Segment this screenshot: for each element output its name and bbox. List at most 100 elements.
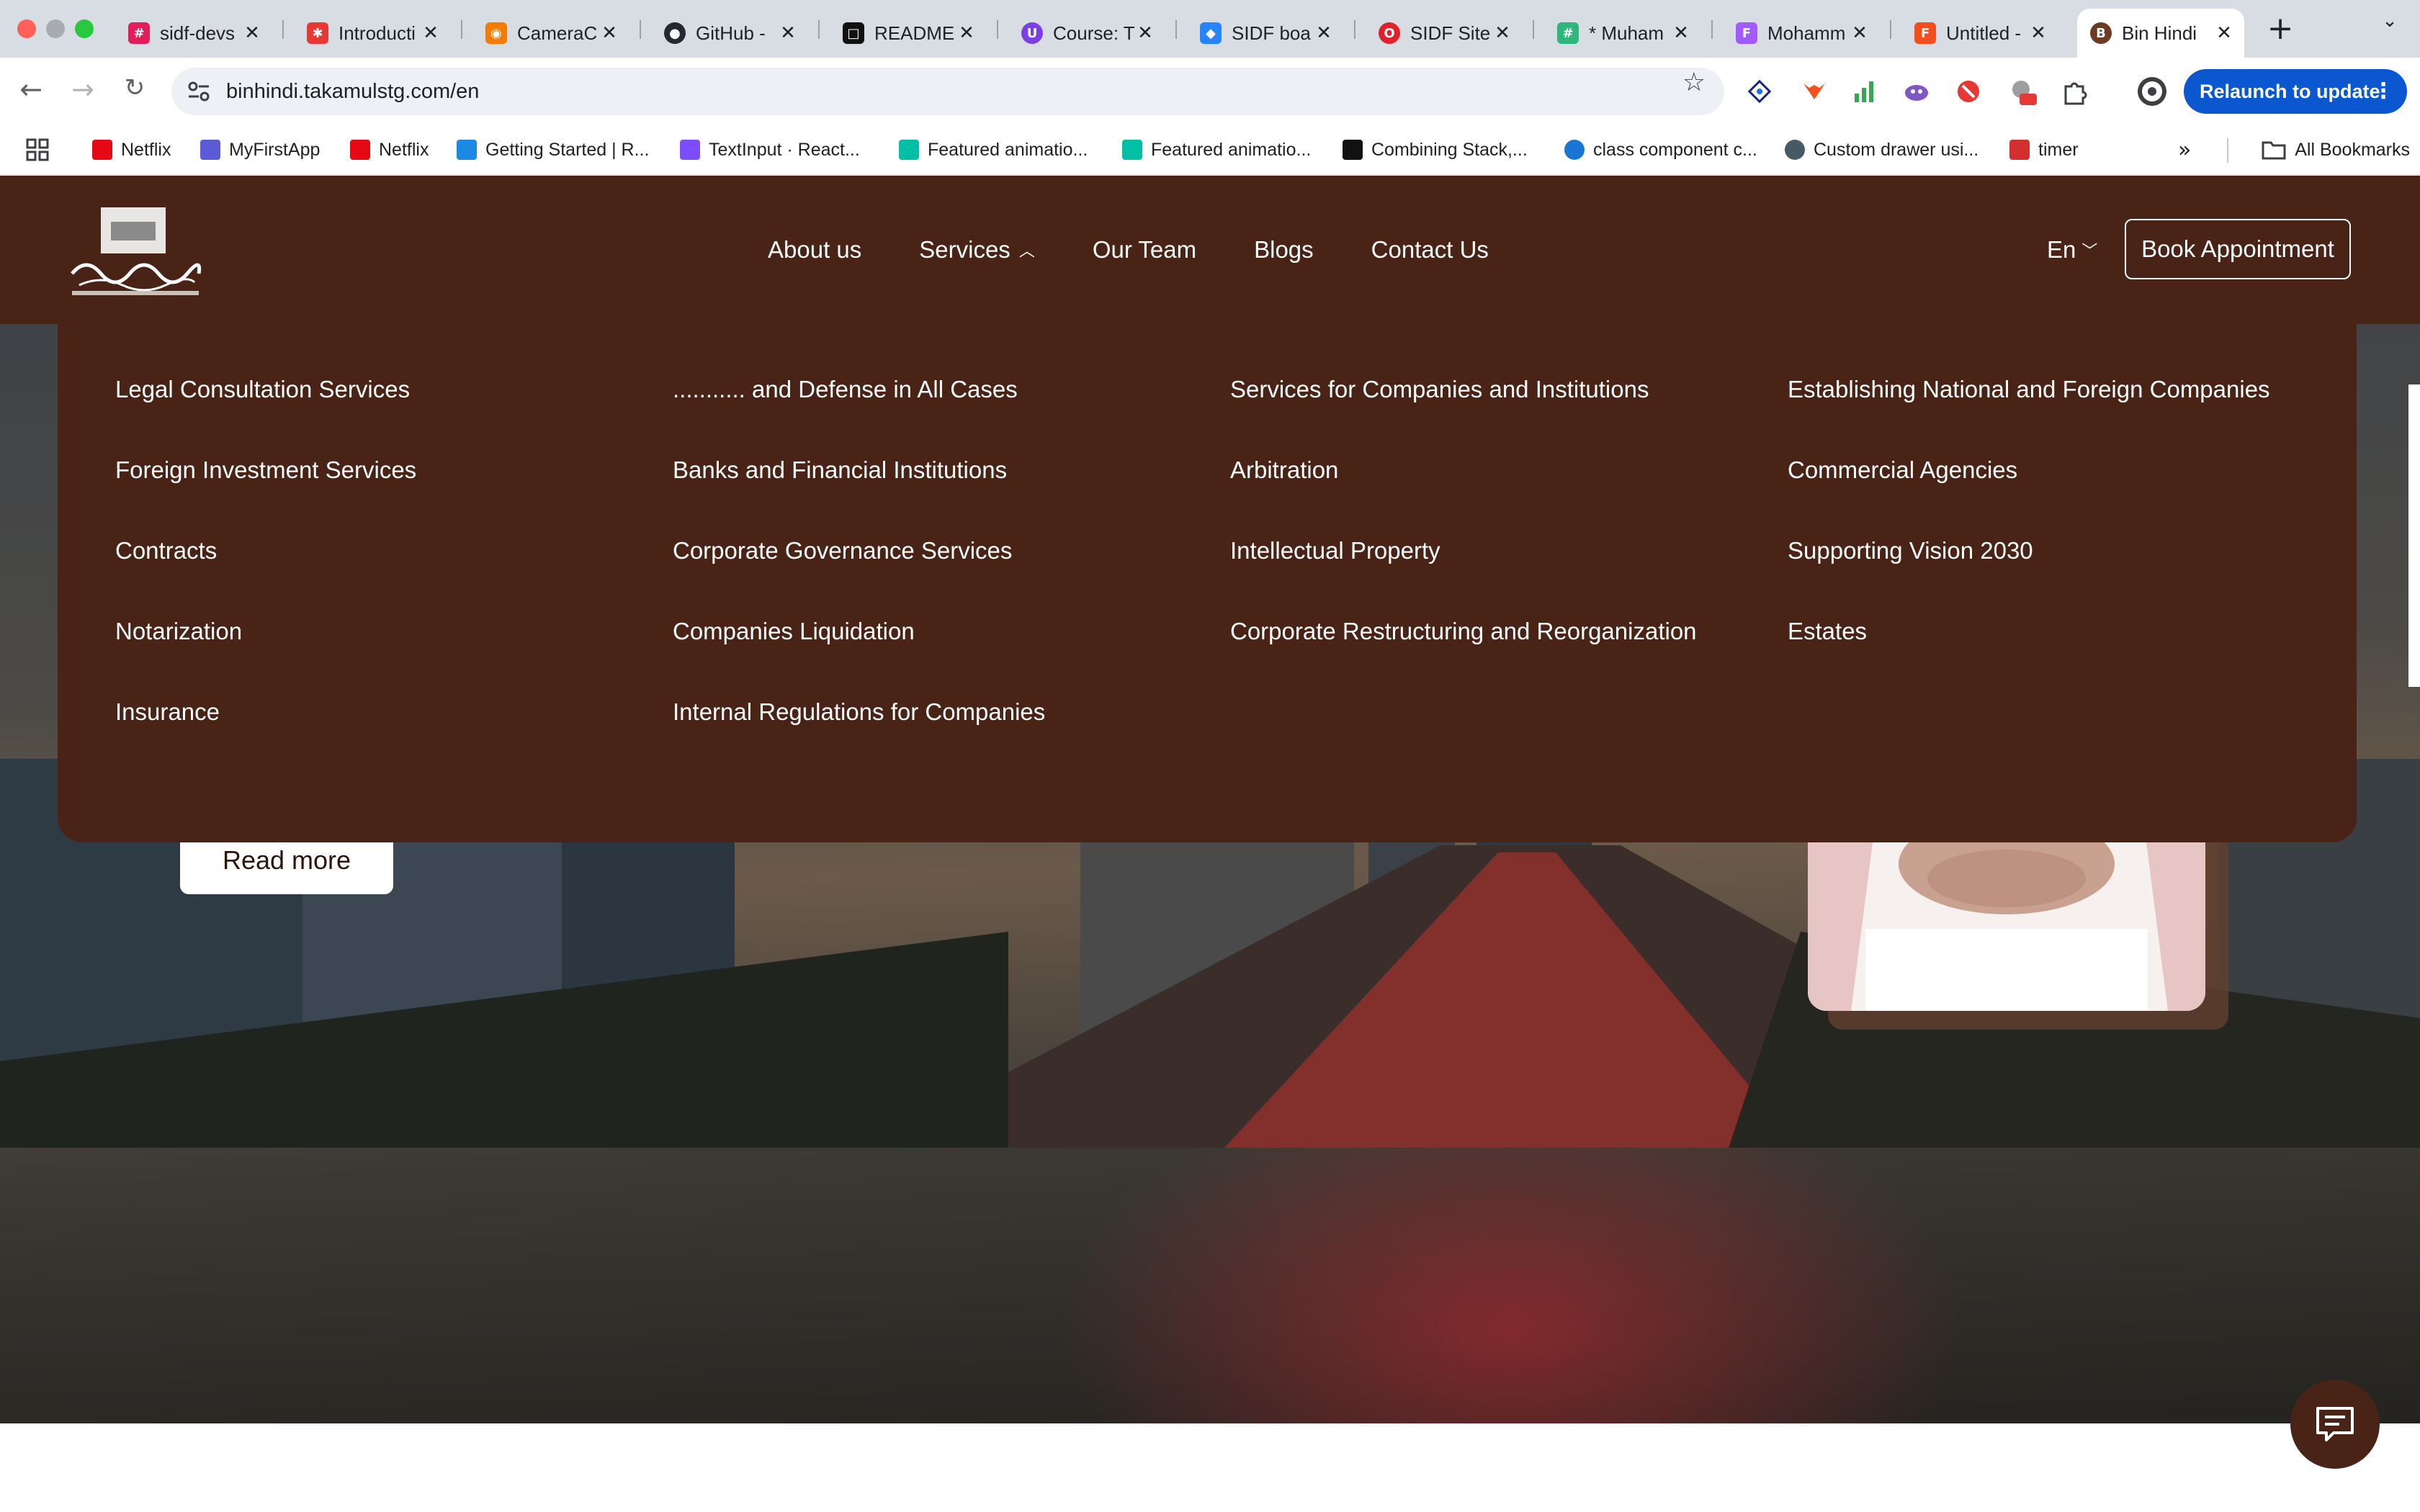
browser-tab[interactable]: ◆ SIDF boa ✕	[1187, 9, 1344, 58]
bookmark-item[interactable]: timer	[2009, 135, 2079, 164]
close-window-button[interactable]	[17, 19, 36, 38]
close-tab-icon[interactable]: ✕	[1850, 22, 1870, 44]
close-tab-icon[interactable]: ✕	[1671, 22, 1691, 44]
new-tab-button[interactable]: +	[2260, 10, 2300, 50]
bookmark-item[interactable]: Netflix	[92, 135, 171, 164]
hexagon-app-icon	[200, 140, 220, 160]
close-tab-icon[interactable]: ✕	[421, 22, 441, 44]
service-link[interactable]: Notarization	[115, 618, 416, 698]
more-menu-icon[interactable]: ⋮	[2372, 69, 2394, 114]
browser-tab-active[interactable]: B Bin Hindi ✕	[2077, 9, 2244, 58]
service-link[interactable]: Services for Companies and Institutions	[1230, 376, 1697, 456]
tab-divider	[1711, 20, 1713, 39]
browser-tab[interactable]: O SIDF Site ✕	[1366, 9, 1523, 58]
bookmark-item[interactable]: Featured animatio...	[1122, 135, 1311, 164]
close-tab-icon[interactable]: ✕	[1135, 22, 1155, 44]
bookmark-item[interactable]: MyFirstApp	[200, 135, 320, 164]
browser-tab[interactable]: ● GitHub - ✕	[651, 9, 808, 58]
browser-tab[interactable]: # sidf-devs ✕	[115, 9, 272, 58]
close-tab-icon[interactable]: ✕	[956, 22, 977, 44]
bookmark-item[interactable]: Featured animatio...	[899, 135, 1088, 164]
service-link[interactable]: Legal Consultation Services	[115, 376, 416, 456]
service-link[interactable]: Banks and Financial Institutions	[673, 456, 1045, 537]
book-appointment-button[interactable]: Book Appointment	[2125, 219, 2351, 279]
service-link[interactable]: Commercial Agencies	[1788, 456, 2270, 537]
close-tab-icon[interactable]: ✕	[2028, 22, 2048, 44]
more-bookmarks-chevron-icon[interactable]: »	[2178, 135, 2191, 164]
timer-icon	[2009, 140, 2030, 160]
services-mega-menu: Legal Consultation Services Foreign Inve…	[58, 324, 2357, 842]
browser-tab[interactable]: □ README ✕	[830, 9, 987, 58]
close-tab-icon[interactable]: ✕	[1492, 22, 1512, 44]
relaunch-update-button[interactable]: Relaunch to update ⋮	[2184, 69, 2407, 114]
nav-services[interactable]: Services ︿	[919, 236, 1035, 264]
service-link[interactable]: Contracts	[115, 537, 416, 618]
forward-arrow-icon[interactable]: →	[65, 73, 101, 109]
services-column: Services for Companies and Institutions …	[1230, 376, 1697, 698]
bookmarks-divider	[2227, 138, 2228, 163]
bookmark-item[interactable]: Netflix	[350, 135, 429, 164]
browser-tab[interactable]: # * Muham ✕	[1544, 9, 1701, 58]
extension-fox-icon[interactable]	[1801, 78, 1828, 105]
nav-blogs[interactable]: Blogs	[1254, 236, 1314, 264]
all-bookmarks-button[interactable]: All Bookmarks	[2262, 135, 2410, 164]
nav-our-team[interactable]: Our Team	[1093, 236, 1196, 264]
chat-widget-button[interactable]	[2290, 1380, 2380, 1469]
service-link[interactable]: Estates	[1788, 618, 2270, 698]
service-link[interactable]: Corporate Governance Services	[673, 537, 1045, 618]
browser-tab[interactable]: F Mohamm ✕	[1723, 9, 1880, 58]
bookmark-item[interactable]: Combining Stack,...	[1343, 135, 1528, 164]
netflix-icon	[350, 140, 370, 160]
bookmark-item[interactable]: Custom drawer usi...	[1785, 135, 1978, 164]
reload-icon[interactable]: ↻	[117, 73, 153, 109]
service-link[interactable]: Arbitration	[1230, 456, 1697, 537]
address-bar[interactable]: binhindi.takamulstg.com/en ☆	[171, 68, 1724, 115]
service-link[interactable]: Foreign Investment Services	[115, 456, 416, 537]
tab-search-chevron-icon[interactable]: ⌄	[2370, 10, 2410, 50]
extension-off-icon[interactable]	[2009, 78, 2037, 105]
close-tab-icon[interactable]: ✕	[778, 22, 798, 44]
extension-chart-icon[interactable]	[1851, 78, 1878, 105]
close-tab-icon[interactable]: ✕	[599, 22, 619, 44]
extension-block-icon[interactable]	[1955, 78, 1982, 105]
service-link[interactable]: Companies Liquidation	[673, 618, 1045, 698]
service-link[interactable]: Supporting Vision 2030	[1788, 537, 2270, 618]
close-tab-icon[interactable]: ✕	[2214, 22, 2234, 44]
extensions-puzzle-icon[interactable]	[2061, 78, 2089, 105]
bin-hindi-logo[interactable]	[69, 207, 202, 300]
slack-icon: #	[1557, 22, 1579, 44]
service-link[interactable]: Intellectual Property	[1230, 537, 1697, 618]
close-tab-icon[interactable]: ✕	[242, 22, 262, 44]
services-column: ........... and Defense in All Cases Ban…	[673, 376, 1045, 779]
service-link[interactable]: Corporate Restructuring and Reorganizati…	[1230, 618, 1697, 698]
bookmark-item[interactable]: TextInput · React...	[680, 135, 860, 164]
profile-avatar-icon[interactable]	[2136, 76, 2168, 107]
nav-contact-us[interactable]: Contact Us	[1371, 236, 1489, 264]
github-icon: ●	[664, 22, 686, 44]
site-settings-icon[interactable]	[186, 78, 212, 104]
bookmark-item[interactable]: class component c...	[1564, 135, 1757, 164]
service-link[interactable]: ........... and Defense in All Cases	[673, 376, 1045, 456]
service-link[interactable]: Insurance	[115, 698, 416, 779]
extension-cloud-icon[interactable]	[1903, 78, 1930, 105]
browser-tab[interactable]: U Course: T ✕	[1008, 9, 1165, 58]
apps-grid-icon[interactable]	[26, 138, 49, 161]
close-tab-icon[interactable]: ✕	[1314, 22, 1334, 44]
page-scrollbar[interactable]	[2408, 384, 2420, 687]
bookmark-label: Custom drawer usi...	[1814, 139, 1979, 160]
back-arrow-icon[interactable]: ←	[13, 73, 49, 109]
nav-about-us[interactable]: About us	[768, 236, 861, 264]
folder-icon	[2262, 141, 2286, 160]
maximize-window-button[interactable]	[75, 19, 94, 38]
language-selector[interactable]: En ﹀	[2047, 176, 2097, 324]
extension-diamond-icon[interactable]	[1746, 78, 1773, 105]
browser-tab[interactable]: ◉ CameraC ✕	[472, 9, 629, 58]
url-text[interactable]: binhindi.takamulstg.com/en	[226, 68, 479, 115]
service-link[interactable]: Establishing National and Foreign Compan…	[1788, 376, 2270, 456]
browser-tab[interactable]: ✱ Introducti ✕	[294, 9, 451, 58]
bookmark-star-icon[interactable]: ☆	[1682, 68, 1706, 115]
browser-tab[interactable]: F Untitled - ✕	[1901, 9, 2058, 58]
bookmark-item[interactable]: Getting Started | R...	[457, 135, 649, 164]
service-link[interactable]: Internal Regulations for Companies	[673, 698, 1045, 779]
minimize-window-button[interactable]	[46, 19, 65, 38]
